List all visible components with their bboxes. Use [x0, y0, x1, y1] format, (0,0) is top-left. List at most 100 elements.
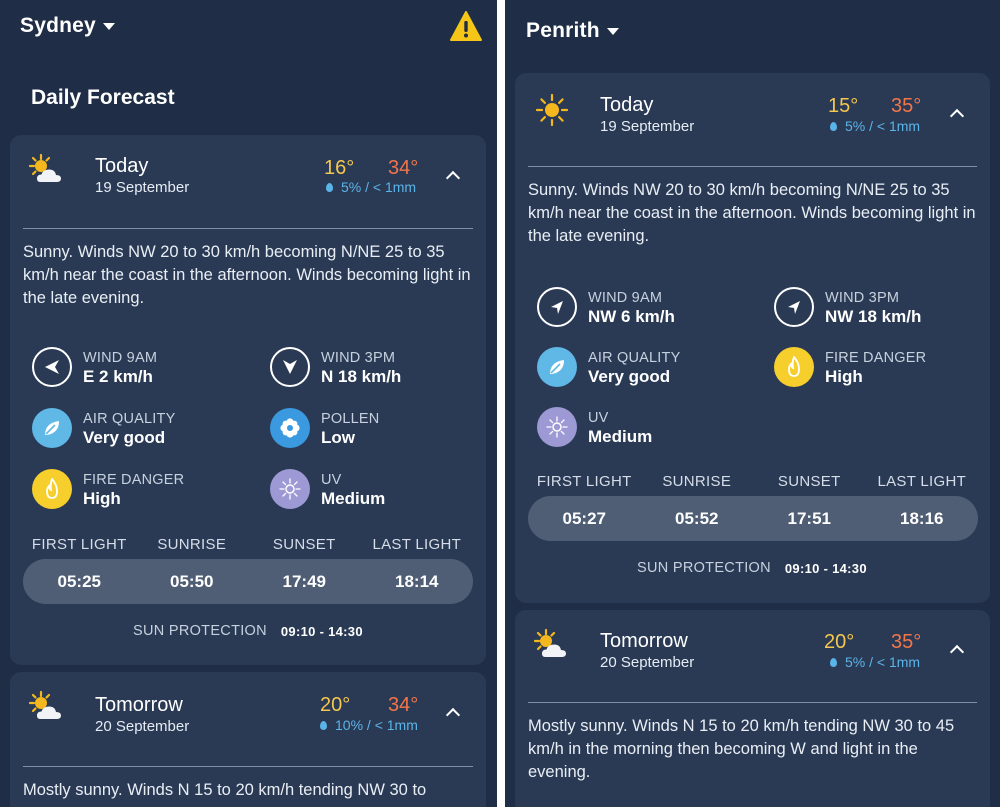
- chevron-up-icon[interactable]: [949, 108, 965, 124]
- stat-value: Very good: [83, 428, 166, 447]
- rain-chance: 5% / < 1mm: [830, 118, 920, 134]
- first-light-label: FIRST LIGHT: [31, 536, 127, 553]
- wind-arrow-icon: [270, 347, 310, 387]
- tomorrow-forecast-card[interactable]: Tomorrow 20 September 20° 34° 10% / < 1m…: [10, 672, 486, 807]
- rain-chance: 10% / < 1mm: [320, 717, 418, 733]
- min-temperature: 15°: [828, 95, 859, 117]
- forecast-description: Mostly sunny. Winds N 15 to 20 km/h tend…: [528, 717, 955, 781]
- caret-down-icon: [606, 27, 619, 35]
- flame-icon: [32, 469, 72, 509]
- day-date: 19 September: [600, 118, 695, 135]
- leaf-icon: [537, 347, 577, 387]
- forecast-description: Sunny. Winds NW 20 to 30 km/h becoming N…: [528, 181, 976, 245]
- penrith-forecast-panel: Penrith Today 19 September 15° 35° 5% / …: [505, 0, 1000, 807]
- chevron-up-icon[interactable]: [445, 707, 461, 723]
- wind-arrow-icon: [537, 287, 577, 327]
- wind-arrow-icon: [32, 347, 72, 387]
- sun-protection-label: SUN PROTECTION: [133, 623, 267, 639]
- flame-icon: [774, 347, 814, 387]
- wind-arrow-icon: [774, 287, 814, 327]
- stat-label: FIRE DANGER: [825, 350, 927, 366]
- min-temperature: 20°: [320, 694, 351, 716]
- stat-label: AIR QUALITY: [83, 411, 176, 427]
- forecast-description: Mostly sunny. Winds N 15 to 20 km/h tend…: [23, 781, 427, 799]
- max-temperature: 34°: [388, 157, 419, 179]
- last-light-time: 18:16: [900, 508, 944, 528]
- section-title: Daily Forecast: [31, 86, 175, 109]
- min-temperature: 16°: [324, 157, 355, 179]
- chevron-up-icon[interactable]: [445, 170, 461, 186]
- sun-times-bar: 05:25 05:50 17:49 18:14: [23, 559, 473, 604]
- partly-sunny-icon: [533, 628, 566, 657]
- sunrise-label: SUNRISE: [662, 473, 732, 490]
- today-forecast-card[interactable]: Today 19 September 15° 35° 5% / < 1mm Su…: [515, 73, 990, 603]
- sunrise-time: 05:50: [170, 571, 214, 591]
- rain-chance: 5% / < 1mm: [830, 654, 920, 670]
- stat-label: POLLEN: [321, 411, 380, 427]
- sun-protection-value: 09:10 - 14:30: [280, 623, 363, 639]
- day-date: 19 September: [95, 179, 190, 196]
- last-light-time: 18:14: [395, 571, 439, 591]
- stat-label: UV: [321, 472, 342, 488]
- day-date: 20 September: [600, 654, 695, 671]
- stat-value: Medium: [588, 427, 653, 446]
- stat-label: WIND 9AM: [83, 350, 158, 366]
- rain-chance: 5% / < 1mm: [326, 179, 416, 195]
- divider: [528, 702, 977, 703]
- day-name: Tomorrow: [95, 694, 183, 716]
- stat-value: N 18 km/h: [321, 367, 402, 386]
- day-header[interactable]: Today 19 September 16° 34° 5% / < 1mm: [10, 135, 486, 230]
- stat-value: Medium: [321, 489, 386, 508]
- raindrop-icon: [326, 182, 333, 192]
- raindrop-icon: [830, 121, 837, 131]
- location-name: Penrith: [526, 19, 600, 42]
- divider: [23, 228, 473, 229]
- rain-value: 5% / < 1mm: [341, 179, 417, 195]
- divider: [528, 166, 977, 167]
- sun-protection-label: SUN PROTECTION: [637, 560, 771, 576]
- sun-times-bar: 05:27 05:52 17:51 18:16: [528, 496, 978, 541]
- stat-value: Low: [321, 428, 355, 447]
- stat-label: UV: [588, 410, 609, 426]
- location-selector[interactable]: Sydney: [20, 14, 115, 38]
- partly-sunny-icon: [28, 153, 61, 182]
- max-temperature: 34°: [388, 694, 419, 716]
- first-light-time: 05:27: [562, 508, 606, 528]
- first-light-label: FIRST LIGHT: [536, 473, 632, 490]
- sun-times-labels: FIRST LIGHT SUNRISE SUNSET LAST LIGHT: [528, 473, 978, 490]
- day-header[interactable]: Today 19 September 15° 35° 5% / < 1mm: [515, 73, 990, 168]
- sunrise-time: 05:52: [675, 508, 719, 528]
- chevron-up-icon[interactable]: [949, 644, 965, 660]
- day-name: Today: [600, 94, 654, 116]
- sun-rays-icon: [537, 407, 577, 447]
- today-forecast-card[interactable]: Today 19 September 16° 34° 5% / < 1mm Su…: [10, 135, 486, 665]
- day-header[interactable]: Tomorrow 20 September 20° 34° 10% / < 1m…: [10, 672, 486, 767]
- stat-value: Very good: [588, 367, 671, 386]
- sunrise-label: SUNRISE: [157, 536, 227, 553]
- day-name: Today: [95, 155, 149, 177]
- first-light-time: 05:25: [57, 571, 101, 591]
- raindrop-icon: [830, 657, 837, 667]
- location-selector[interactable]: Penrith: [526, 19, 619, 43]
- divider: [23, 766, 473, 767]
- tomorrow-forecast-card[interactable]: Tomorrow 20 September 20° 35° 5% / < 1mm…: [515, 610, 990, 807]
- sun-protection-value: 09:10 - 14:30: [784, 560, 867, 576]
- max-temperature: 35°: [891, 95, 922, 117]
- stat-label: WIND 3PM: [321, 350, 396, 366]
- stat-label: FIRE DANGER: [83, 472, 185, 488]
- leaf-icon: [32, 408, 72, 448]
- last-light-label: LAST LIGHT: [877, 473, 967, 490]
- day-name: Tomorrow: [600, 630, 688, 652]
- sydney-forecast-panel: Sydney Daily Forecast Today 19 September…: [0, 0, 497, 807]
- rain-value: 5% / < 1mm: [845, 118, 921, 134]
- forecast-description: Sunny. Winds NW 20 to 30 km/h becoming N…: [23, 243, 471, 307]
- stat-value: High: [83, 489, 121, 508]
- warning-icon[interactable]: [449, 10, 483, 44]
- day-header[interactable]: Tomorrow 20 September 20° 35° 5% / < 1mm: [515, 610, 990, 705]
- partly-sunny-icon: [28, 690, 61, 719]
- min-temperature: 20°: [824, 631, 855, 653]
- rain-value: 5% / < 1mm: [845, 654, 921, 670]
- max-temperature: 35°: [891, 631, 922, 653]
- sunset-time: 17:49: [282, 571, 326, 591]
- last-light-label: LAST LIGHT: [372, 536, 462, 553]
